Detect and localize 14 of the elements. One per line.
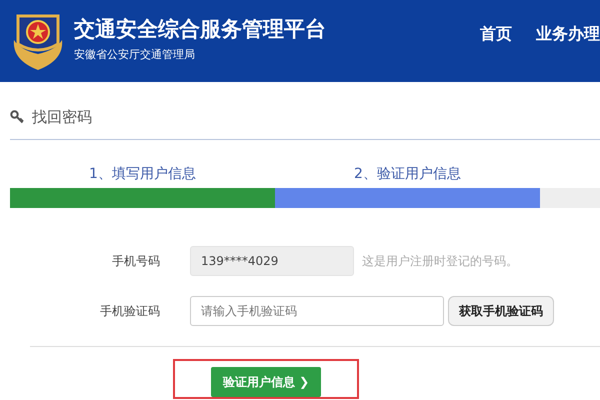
nav-link[interactable]: 业务办理 xyxy=(536,22,600,46)
nav-link[interactable]: 首页 xyxy=(480,22,512,46)
key-icon xyxy=(10,110,24,124)
field-label: 手机号码 xyxy=(112,254,160,268)
page-title: 找回密码 xyxy=(32,107,92,128)
field-hint: 这是用户注册时登记的号码。 xyxy=(362,252,518,270)
field-label: 手机验证码 xyxy=(100,304,160,318)
step-label: 1、填写用户信息 xyxy=(89,166,196,182)
site-title: 交通安全综合服务管理平台 xyxy=(74,18,326,42)
step-label: 2、验证用户信息 xyxy=(354,166,461,182)
code-input-field[interactable]: 请输入手机验证码 xyxy=(190,296,444,326)
phone-field: 139****4029 xyxy=(190,246,354,276)
get-code-button[interactable]: 获取手机验证码 xyxy=(448,296,554,326)
site-subtitle: 安徽省公安厅交通管理局 xyxy=(74,47,196,64)
